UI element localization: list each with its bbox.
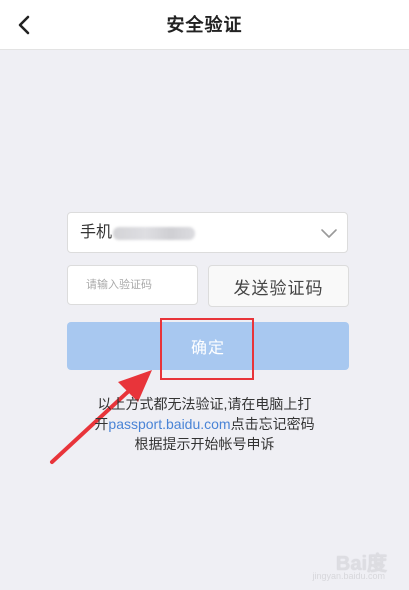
help-line-2-prefix: 开	[94, 416, 109, 432]
confirm-button[interactable]: 确定	[67, 322, 349, 370]
baidu-jingyan-watermark: Bai度 jingyan.baidu.com	[312, 547, 387, 581]
help-line-2: 开passport.baidu.com点击忘记密码	[0, 414, 409, 434]
help-text: 以上方式都无法验证,请在电脑上打 开passport.baidu.com点击忘记…	[0, 394, 409, 454]
phone-label: 手机	[80, 224, 113, 241]
watermark-brand: Bai度	[335, 553, 387, 575]
send-code-button[interactable]: 发送验证码	[208, 265, 349, 307]
masked-phone-number	[113, 227, 195, 240]
help-line-1: 以上方式都无法验证,请在电脑上打	[97, 396, 312, 412]
help-line-2-suffix: 点击忘记密码	[230, 416, 315, 432]
help-line-3: 根据提示开始帐号申诉	[134, 436, 275, 452]
verification-code-input[interactable]	[67, 265, 198, 305]
page-title: 安全验证	[166, 15, 243, 35]
passport-link[interactable]: passport.baidu.com	[108, 416, 230, 432]
header-bar: 安全验证	[0, 0, 409, 50]
chevron-down-icon	[321, 229, 337, 238]
watermark-url: jingyan.baidu.com	[312, 571, 385, 581]
phone-select[interactable]: 手机	[67, 212, 348, 253]
